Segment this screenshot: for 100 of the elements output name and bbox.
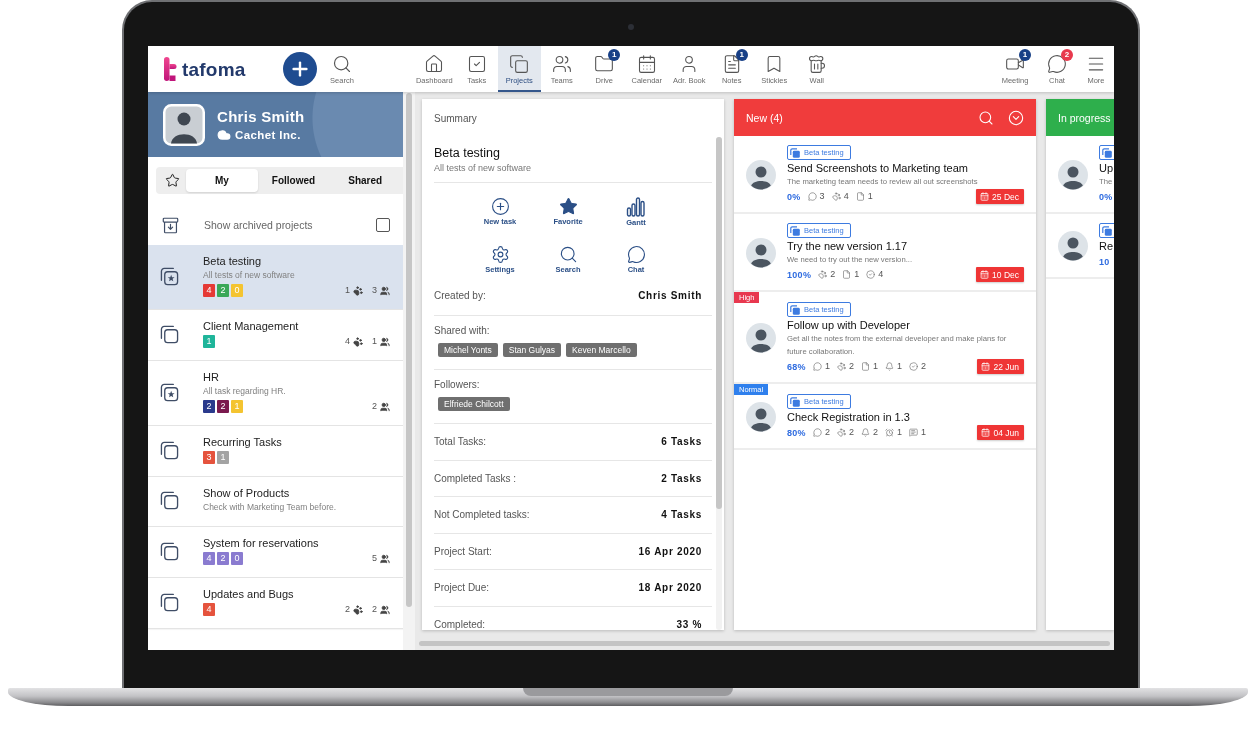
people-icon [380, 336, 390, 347]
star-icon [558, 197, 578, 216]
speech-bubble-icon [807, 192, 817, 201]
project-name: Beta testing [434, 145, 501, 161]
project-description: All task regarding HR. [203, 385, 287, 398]
project-row[interactable]: Client Management 1 4 1 [148, 310, 403, 361]
stat-count: 4 [878, 268, 884, 281]
dropdown-button[interactable] [1008, 109, 1024, 126]
stacked-squares-icon [790, 147, 800, 158]
calendar-icon [981, 428, 991, 437]
search-icon [558, 245, 578, 264]
progress-percent: 10 [1099, 256, 1110, 267]
check-circle-icon [909, 362, 918, 371]
stat-count: 2 [372, 400, 377, 413]
beer-mug-icon [806, 54, 827, 74]
task-title: Check Registration in 1.3 [787, 410, 910, 424]
checked-square-icon [466, 54, 487, 74]
calendar-icon [980, 192, 990, 201]
info-label: Completed: [434, 618, 486, 630]
stat-count: 1 [921, 426, 926, 439]
user-avatar-icon [746, 323, 776, 353]
stat-count: 1 [344, 284, 350, 297]
stat-count: 2 [872, 426, 878, 439]
info-value: 4 Tasks [661, 509, 703, 521]
person-chip: Stan Gulyas [502, 343, 562, 357]
user-avatar-icon [1058, 159, 1088, 190]
search-icon [332, 54, 352, 74]
cloud-icon [217, 127, 231, 142]
scrollbar-thumb[interactable] [406, 93, 412, 607]
progress-percent: 0% [787, 191, 801, 202]
logo-icon [163, 57, 177, 81]
info-value: 18 Apr 2020 [638, 582, 703, 594]
file-icon [855, 192, 865, 201]
stat-count: 4 [344, 335, 350, 348]
stat-count: 2 [921, 360, 926, 373]
project-row[interactable]: Beta testing All tests of new software 4 2 0 1 3 [148, 245, 403, 310]
project-name: Updates and Bugs [203, 588, 295, 601]
stat-count: 4 [843, 190, 849, 203]
archive-box-icon [162, 216, 179, 234]
stat-count: 1 [872, 360, 878, 373]
stat-count: 1 [824, 360, 830, 373]
count-badge: 4 [203, 552, 215, 565]
paw-icon [353, 604, 363, 615]
stat-count: 1 [867, 190, 873, 203]
project-row[interactable]: Recurring Tasks 3 1 [148, 426, 403, 477]
scrollbar-thumb[interactable] [419, 641, 1110, 646]
due-date: 10 Dec [992, 269, 1019, 280]
alarm-clock-icon [884, 428, 894, 437]
scrollbar-thumb[interactable] [716, 137, 722, 509]
info-value: 2 Tasks [661, 472, 703, 484]
project-name: Beta testing [203, 255, 263, 268]
info-label: Project Start: [434, 545, 492, 557]
people-icon [380, 604, 390, 615]
project-row[interactable]: System for reservations 4 2 0 5 [148, 527, 403, 578]
people-icon [551, 54, 572, 74]
people-icon [380, 285, 390, 296]
paw-icon [353, 336, 363, 347]
project-row[interactable]: Show of Products Check with Marketing Team before. [148, 477, 403, 527]
project-name: HR [203, 371, 220, 384]
project-description: Check with Marketing Team before. [203, 501, 338, 514]
count-badge: 1 [217, 451, 229, 464]
count-badge: 2 [217, 552, 229, 565]
filter-tab[interactable]: Shared [329, 169, 401, 192]
task-title: Send Screenshots to Marketing team [787, 161, 968, 175]
notification-badge: 1 [608, 49, 621, 61]
user-name: Chris Smith [217, 107, 305, 126]
project-row[interactable]: HR All task regarding HR. 2 2 1 2 [148, 361, 403, 426]
filter-tab[interactable]: My [186, 169, 258, 192]
folder-icon [594, 54, 615, 74]
info-label: Created by: [434, 289, 486, 301]
archived-label: Show archived projects [204, 219, 314, 231]
person-chip: Elfriede Chilcott [438, 397, 510, 411]
chat-bubble-icon [626, 245, 646, 264]
user-avatar-icon [746, 159, 776, 190]
filter-tab[interactable]: Followed [257, 169, 330, 192]
people-icon [380, 401, 390, 412]
stat-count: 2 [848, 426, 854, 439]
search-button[interactable] [978, 109, 994, 126]
chevron-circle-icon [1008, 109, 1024, 126]
archived-checkbox[interactable] [376, 218, 390, 232]
info-label: Followers: [434, 378, 481, 392]
user-avatar-icon [1058, 231, 1088, 261]
stacked-squares-icon [790, 396, 800, 407]
project-row[interactable]: Updates and Bugs 4 2 2 [148, 578, 403, 629]
count-badge: 1 [231, 400, 243, 413]
project-description: All tests of new software [434, 162, 533, 175]
person-chip: Michel Yonts [438, 343, 498, 357]
message-icon [909, 428, 918, 437]
notification-badge: 1 [1019, 49, 1031, 61]
task-card[interactable]: Re 10 [1046, 214, 1114, 279]
add-button[interactable] [283, 52, 317, 86]
house-icon [424, 54, 445, 74]
person-chip: Keven Marcello [566, 343, 637, 357]
count-badge: 1 [203, 335, 215, 348]
user-avatar-icon [746, 402, 776, 432]
stacked-squares-icon [790, 225, 800, 236]
paw-icon [353, 285, 363, 296]
project-description: All tests of new software [203, 269, 296, 282]
stat-count: 3 [372, 284, 377, 297]
bell-icon [860, 428, 870, 437]
